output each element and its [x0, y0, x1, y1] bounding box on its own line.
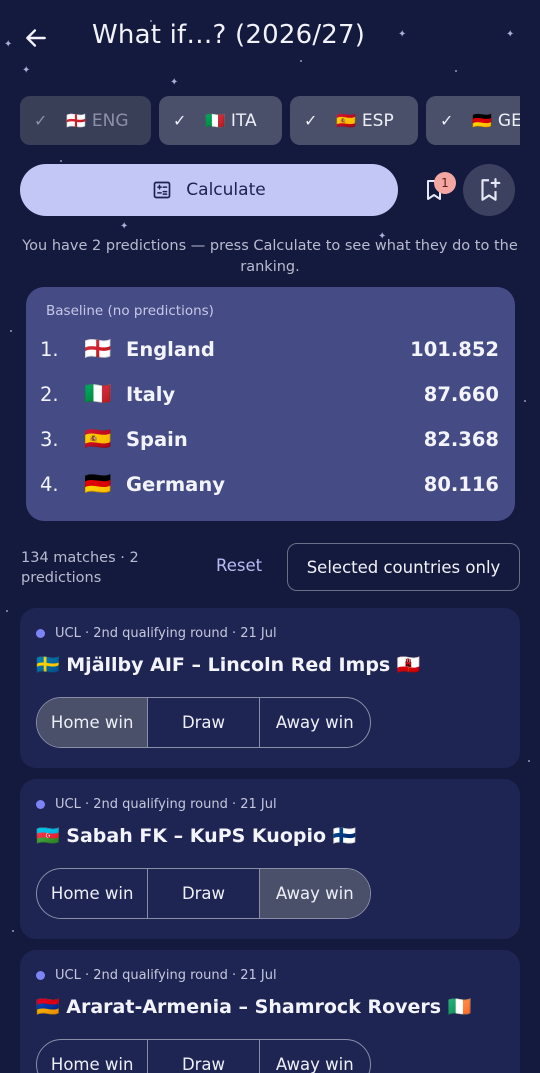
calculate-button[interactable]: Calculate — [20, 164, 398, 216]
matches-count: 134 matches · 2 predictions — [21, 550, 139, 586]
country-chip-label: ITA — [230, 110, 257, 131]
match-meta-text: UCL · 2nd qualifying round · 21 Jul — [55, 626, 277, 641]
top-app-bar: What if…? (2026/27) — [0, 0, 540, 74]
germany-flag-icon: 🇩🇪 — [472, 111, 492, 130]
check-icon: ✓ — [440, 111, 454, 130]
ranking-row: 4. 🇩🇪 Germany 80.116 — [40, 462, 499, 507]
competition-dot-icon — [36, 800, 45, 809]
back-button[interactable] — [20, 22, 52, 54]
arrow-left-icon — [26, 29, 46, 47]
reset-button[interactable]: Reset — [216, 556, 262, 575]
calculate-row: Calculate 1 — [20, 164, 520, 216]
country-chip-ger[interactable]: ✓ 🇩🇪 GE — [426, 96, 520, 145]
match-meta-text: UCL · 2nd qualifying round · 21 Jul — [55, 968, 277, 983]
bookmark-add-icon — [481, 178, 501, 201]
ranking-row: 2. 🇮🇹 Italy 87.660 — [40, 372, 499, 417]
country-name: Germany — [126, 473, 225, 496]
ranking-row: 3. 🇪🇸 Spain 82.368 — [40, 417, 499, 462]
england-flag-icon: 🏴󠁧󠁢󠁥󠁮󠁧󠁿 — [66, 111, 86, 130]
ranking-row: 1. 🏴󠁧󠁢󠁥󠁮󠁧󠁿 England 101.852 — [40, 327, 499, 372]
predictions-hint: You have 2 predictions — press Calculate… — [22, 238, 518, 275]
match-meta: UCL · 2nd qualifying round · 21 Jul — [36, 626, 277, 641]
country-chip-label: GE — [497, 110, 520, 131]
country-chip-label: ENG — [91, 110, 129, 131]
match-meta: UCL · 2nd qualifying round · 21 Jul — [36, 797, 277, 812]
outcome-selector: Home win Draw Away win — [36, 1039, 371, 1073]
country-name: Italy — [126, 383, 176, 406]
rank-number: 1. — [40, 338, 59, 361]
country-name: England — [126, 338, 215, 361]
page-title: What if…? (2026/27) — [92, 20, 366, 50]
away-win-option[interactable]: Away win — [259, 869, 370, 918]
germany-flag-icon: 🇩🇪 — [84, 472, 112, 497]
rank-number: 4. — [40, 473, 59, 496]
country-coefficient: 101.852 — [410, 338, 499, 361]
rank-number: 3. — [40, 428, 59, 451]
italy-flag-icon: 🇮🇹 — [84, 382, 112, 407]
italy-flag-icon: 🇮🇹 — [205, 111, 225, 130]
calculate-label: Calculate — [186, 180, 266, 200]
country-coefficient: 80.116 — [423, 473, 499, 496]
saved-predictions-button[interactable]: 1 — [410, 166, 458, 214]
home-win-option[interactable]: Home win — [37, 869, 149, 918]
check-icon: ✓ — [34, 111, 48, 130]
away-win-option[interactable]: Away win — [260, 1040, 370, 1073]
calculator-icon — [152, 180, 172, 200]
country-chip-label: ESP — [361, 110, 394, 131]
country-coefficient: 82.368 — [423, 428, 499, 451]
add-bookmark-button[interactable] — [463, 164, 515, 216]
match-card: UCL · 2nd qualifying round · 21 Jul 🇦🇿 S… — [20, 779, 520, 939]
match-meta: UCL · 2nd qualifying round · 21 Jul — [36, 968, 277, 983]
home-win-option[interactable]: Home win — [37, 698, 149, 747]
country-chip-row[interactable]: ✓ 🏴󠁧󠁢󠁥󠁮󠁧󠁿 ENG ✓ 🇮🇹 ITA ✓ 🇪🇸 ESP ✓ 🇩🇪 GE — [20, 96, 520, 146]
competition-dot-icon — [36, 971, 45, 980]
away-win-option[interactable]: Away win — [260, 698, 370, 747]
rank-number: 2. — [40, 383, 59, 406]
spain-flag-icon: 🇪🇸 — [84, 427, 112, 452]
match-teams: 🇸🇪 Mjällby AIF – Lincoln Red Imps 🇬🇮 — [36, 654, 421, 676]
saved-count-badge: 1 — [434, 172, 456, 194]
baseline-label: Baseline (no predictions) — [46, 303, 214, 319]
draw-option[interactable]: Draw — [148, 1040, 260, 1073]
baseline-ranking-card: Baseline (no predictions) 1. 🏴󠁧󠁢󠁥󠁮󠁧󠁿 Eng… — [26, 287, 515, 521]
country-coefficient: 87.660 — [423, 383, 499, 406]
country-chip-ita[interactable]: ✓ 🇮🇹 ITA — [159, 96, 282, 145]
home-win-option[interactable]: Home win — [37, 1040, 149, 1073]
country-chip-eng[interactable]: ✓ 🏴󠁧󠁢󠁥󠁮󠁧󠁿 ENG — [20, 96, 151, 145]
england-flag-icon: 🏴󠁧󠁢󠁥󠁮󠁧󠁿 — [84, 337, 112, 362]
outcome-selector: Home win Draw Away win — [36, 868, 371, 919]
selected-countries-filter-button[interactable]: Selected countries only — [287, 543, 520, 591]
match-meta-text: UCL · 2nd qualifying round · 21 Jul — [55, 797, 277, 812]
match-teams: 🇦🇲 Ararat-Armenia – Shamrock Rovers 🇮🇪 — [36, 996, 472, 1018]
check-icon: ✓ — [304, 111, 318, 130]
draw-option[interactable]: Draw — [148, 869, 260, 918]
match-card: UCL · 2nd qualifying round · 21 Jul 🇸🇪 M… — [20, 608, 520, 768]
country-name: Spain — [126, 428, 188, 451]
outcome-selector: Home win Draw Away win — [36, 697, 371, 748]
match-card: UCL · 2nd qualifying round · 21 Jul 🇦🇲 A… — [20, 950, 520, 1073]
draw-option[interactable]: Draw — [148, 698, 260, 747]
competition-dot-icon — [36, 629, 45, 638]
match-list-controls: 134 matches · 2 predictions Reset Select… — [20, 543, 520, 593]
check-icon: ✓ — [173, 111, 187, 130]
match-teams: 🇦🇿 Sabah FK – KuPS Kuopio 🇫🇮 — [36, 825, 357, 847]
country-chip-esp[interactable]: ✓ 🇪🇸 ESP — [290, 96, 418, 145]
spain-flag-icon: 🇪🇸 — [336, 111, 356, 130]
